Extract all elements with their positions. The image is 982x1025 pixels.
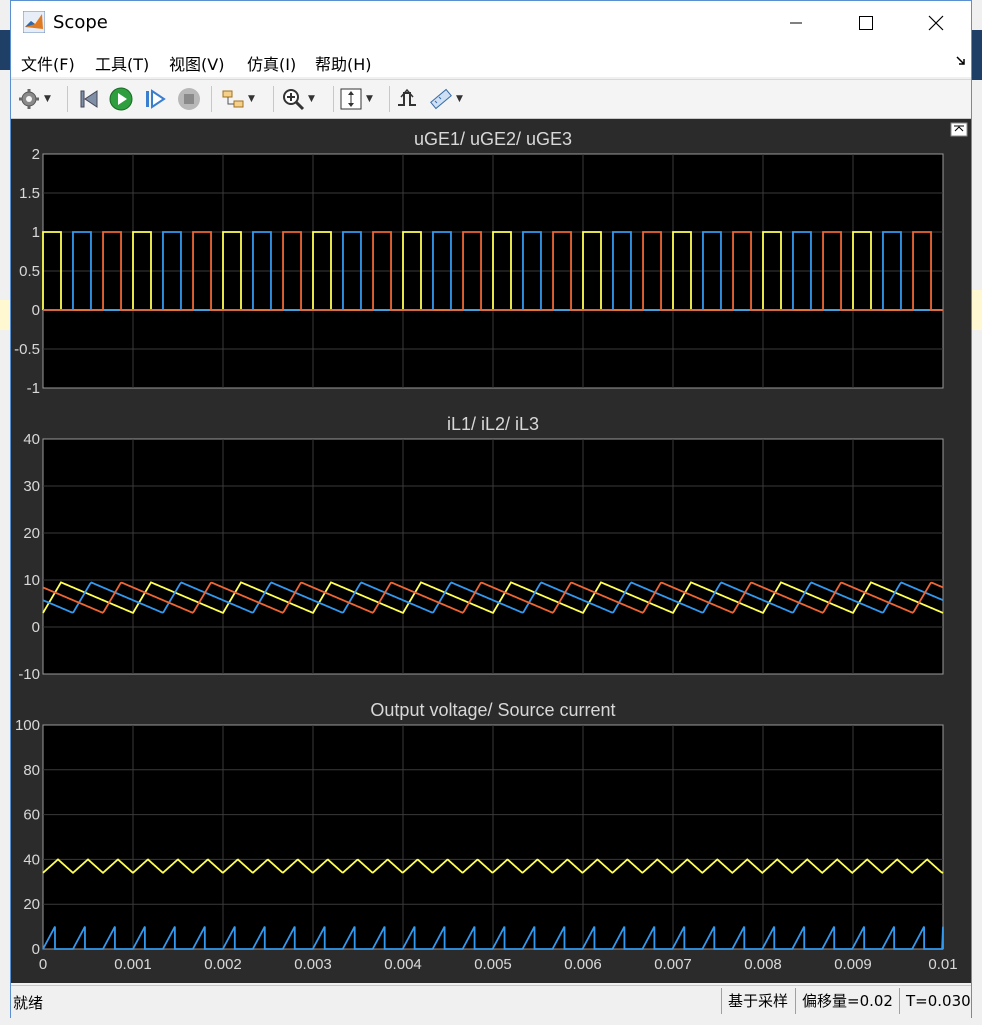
scope-plots: uGE1/ uGE2/ uGE3 2 1.5 1 0.5 0 -0.5 -1 iL1/ iL2/…: [14, 122, 968, 973]
stop-icon: [178, 88, 200, 110]
toolbar-separator: [389, 86, 390, 112]
stop-button[interactable]: [177, 86, 201, 112]
y-tick-label: 40: [23, 431, 40, 448]
menu-tools[interactable]: 工具(T): [95, 51, 149, 75]
toolbar-separator: [67, 86, 68, 112]
background-window-strip: [972, 30, 982, 80]
triggers-icon: [398, 88, 416, 106]
title-bar: Scope: [11, 1, 971, 45]
y-tick-label: 20: [23, 896, 40, 913]
toolbar-separator: [211, 86, 212, 112]
plot-title-1: uGE1/ uGE2/ uGE3: [414, 129, 572, 149]
y-tick-label: -1: [27, 380, 40, 397]
scale-axes-icon: [340, 88, 362, 110]
step-forward-button[interactable]: [143, 86, 167, 112]
undock-icon[interactable]: [955, 55, 967, 67]
measurements-icon: [430, 88, 452, 110]
x-tick-label: 0.009: [834, 956, 872, 973]
offset-readout: 偏移量=0.02: [795, 988, 899, 1014]
restore-layout-icon[interactable]: [950, 122, 968, 137]
y-tick-label: 30: [23, 478, 40, 495]
maximize-button[interactable]: [843, 1, 889, 45]
toolbar-separator: [273, 86, 274, 112]
plot-title-3: Output voltage/ Source current: [370, 700, 615, 720]
minimize-button[interactable]: [773, 1, 819, 45]
close-button[interactable]: [913, 1, 959, 45]
chevron-down-icon[interactable]: ▼: [366, 94, 373, 104]
zoom-icon: [283, 89, 305, 111]
measurements-button[interactable]: ▼: [429, 86, 463, 112]
status-bar: 就绪 基于采样 偏移量=0.02 T=0.030: [11, 985, 971, 1018]
scope-display: uGE1/ uGE2/ uGE3 2 1.5 1 0.5 0 -0.5 -1 iL1/ iL2/…: [11, 119, 971, 983]
window-title: Scope: [53, 12, 108, 33]
y-tick-label: -0.5: [14, 341, 40, 358]
y-tick-label: 0.5: [19, 263, 40, 280]
time-readout: T=0.030: [899, 988, 971, 1014]
run-button[interactable]: [109, 86, 133, 112]
minimize-icon: [790, 22, 802, 24]
matlab-logo-icon: [23, 11, 45, 33]
toolbar-separator: [333, 86, 334, 112]
maximize-icon: [859, 16, 873, 30]
step-forward-icon: [146, 89, 166, 109]
y-tick-label: 40: [23, 851, 40, 868]
menu-view[interactable]: 视图(V): [169, 51, 224, 75]
y-tick-label: 60: [23, 807, 40, 824]
step-back-icon: [80, 90, 98, 108]
y-tick-label: 1: [32, 224, 40, 241]
x-tick-label: 0.006: [564, 956, 602, 973]
toolbar: ▼ ▼ ▼ ▼ ▼: [11, 79, 971, 119]
gear-icon: [19, 89, 39, 109]
y-tick-label: 10: [23, 572, 40, 589]
y-tick-label: 0: [32, 302, 40, 319]
signal-selector-icon: [222, 90, 244, 108]
y-tick-label: 80: [23, 762, 40, 779]
x-tick-label: 0.003: [294, 956, 332, 973]
step-back-button[interactable]: [77, 86, 101, 112]
menu-help[interactable]: 帮助(H): [315, 51, 372, 75]
x-tick-label: 0.004: [384, 956, 422, 973]
signal-selector-button[interactable]: ▼: [221, 86, 255, 112]
chevron-down-icon[interactable]: ▼: [308, 94, 315, 104]
x-tick-label: 0.002: [204, 956, 242, 973]
x-tick-label: 0: [39, 956, 47, 973]
zoom-button[interactable]: ▼: [281, 86, 315, 112]
settings-button[interactable]: ▼: [17, 86, 51, 112]
menu-file[interactable]: 文件(F): [21, 51, 75, 75]
chevron-down-icon[interactable]: ▼: [456, 94, 463, 104]
background-window-strip: [972, 290, 982, 330]
chevron-down-icon[interactable]: ▼: [248, 94, 255, 104]
scale-axes-button[interactable]: ▼: [339, 86, 373, 112]
sample-based-label: 基于采样: [721, 988, 795, 1014]
y-tick-label: -10: [18, 666, 40, 683]
chevron-down-icon[interactable]: ▼: [44, 94, 51, 104]
scope-window: Scope 文件(F) 工具(T) 视图(V) 仿真(I) 帮助(H) ▼ ▼ …: [10, 0, 972, 1018]
x-tick-label: 0.005: [474, 956, 512, 973]
y-tick-label: 0: [32, 619, 40, 636]
y-tick-label: 100: [15, 717, 40, 734]
x-tick-label: 0.01: [928, 956, 957, 973]
y-tick-label: 20: [23, 525, 40, 542]
y-tick-label: 2: [32, 146, 40, 163]
triggers-button[interactable]: [395, 86, 419, 112]
status-text: 就绪: [13, 994, 44, 1012]
close-icon: [928, 15, 944, 31]
menu-simulation[interactable]: 仿真(I): [247, 51, 296, 75]
menu-bar: 文件(F) 工具(T) 视图(V) 仿真(I) 帮助(H): [11, 45, 971, 77]
plot-title-2: iL1/ iL2/ iL3: [447, 414, 539, 434]
x-tick-label: 0.007: [654, 956, 692, 973]
x-tick-label: 0.008: [744, 956, 782, 973]
y-tick-label: 1.5: [19, 185, 40, 202]
run-icon: [109, 87, 133, 111]
x-tick-label: 0.001: [114, 956, 152, 973]
